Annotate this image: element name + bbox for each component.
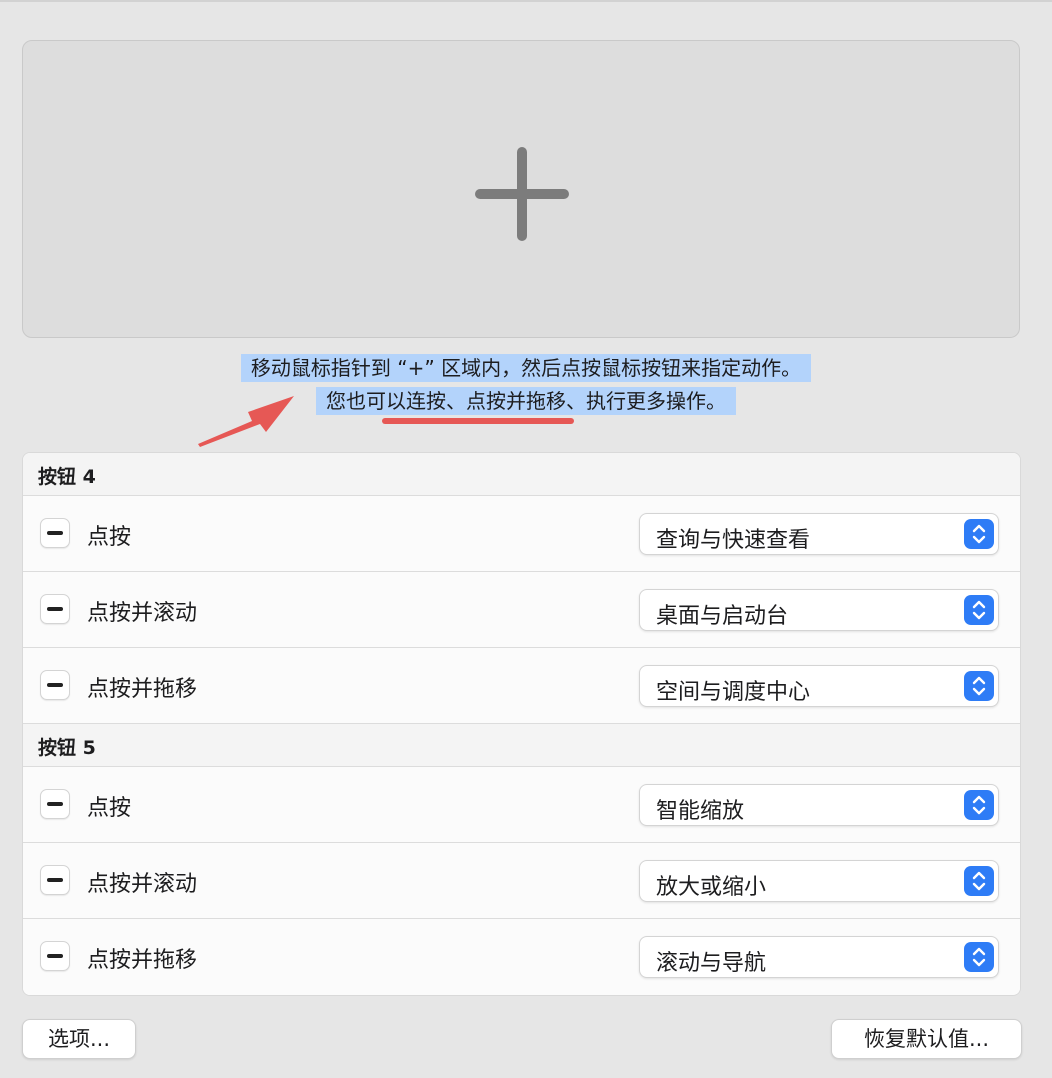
select-value: 放大或缩小 xyxy=(656,875,767,900)
table-row: 点按并拖移 滚动与导航 xyxy=(23,919,1020,995)
minus-icon xyxy=(47,531,63,535)
action-label: 点按并拖移 xyxy=(87,948,198,973)
table-row: 点按并滚动 放大或缩小 xyxy=(23,843,1020,919)
action-label: 点按 xyxy=(87,796,132,821)
section-label: 按钮 4 xyxy=(38,466,96,488)
window-top-edge xyxy=(0,0,1052,2)
instruction-line-2: 您也可以连按、点按并拖移、执行更多操作。 xyxy=(316,387,736,415)
button-actions-table: 按钮 4 点按 查询与快速查看 点按并滚动 桌面与启动台 点按并拖移 空间与调度… xyxy=(22,452,1021,996)
remove-action-button[interactable] xyxy=(40,941,70,971)
chevron-up-down-icon xyxy=(964,942,994,972)
table-row: 点按 查询与快速查看 xyxy=(23,496,1020,572)
select-value: 桌面与启动台 xyxy=(656,604,789,629)
restore-defaults-button[interactable]: 恢复默认值... xyxy=(831,1019,1022,1059)
chevron-up-down-icon xyxy=(964,519,994,549)
instructions-text: 移动鼠标指针到 “+” 区域内，然后点按鼠标按钮来指定动作。 您也可以连按、点按… xyxy=(0,352,1052,418)
chevron-up-down-icon xyxy=(964,671,994,701)
table-row: 点按并拖移 空间与调度中心 xyxy=(23,648,1020,724)
annotation-underline xyxy=(382,418,574,424)
options-button[interactable]: 选项... xyxy=(22,1019,136,1059)
action-select[interactable]: 查询与快速查看 xyxy=(639,513,999,555)
remove-action-button[interactable] xyxy=(40,865,70,895)
minus-icon xyxy=(47,878,63,882)
minus-icon xyxy=(47,607,63,611)
chevron-up-down-icon xyxy=(964,790,994,820)
chevron-up-down-icon xyxy=(964,595,994,625)
action-select[interactable]: 放大或缩小 xyxy=(639,860,999,902)
remove-action-button[interactable] xyxy=(40,670,70,700)
action-label: 点按并滚动 xyxy=(87,872,198,897)
plus-icon xyxy=(475,147,569,241)
section-header-button-5: 按钮 5 xyxy=(23,724,1020,767)
minus-icon xyxy=(47,802,63,806)
action-label: 点按并拖移 xyxy=(87,677,198,702)
chevron-up-down-icon xyxy=(964,866,994,896)
select-value: 智能缩放 xyxy=(656,799,745,824)
remove-action-button[interactable] xyxy=(40,789,70,819)
section-header-button-4: 按钮 4 xyxy=(23,453,1020,496)
annotation-arrow-icon xyxy=(198,396,294,447)
action-select[interactable]: 智能缩放 xyxy=(639,784,999,826)
table-row: 点按 智能缩放 xyxy=(23,767,1020,843)
action-select[interactable]: 空间与调度中心 xyxy=(639,665,999,707)
table-row: 点按并滚动 桌面与启动台 xyxy=(23,572,1020,648)
action-select[interactable]: 滚动与导航 xyxy=(639,936,999,978)
action-label: 点按并滚动 xyxy=(87,601,198,626)
action-select[interactable]: 桌面与启动台 xyxy=(639,589,999,631)
remove-action-button[interactable] xyxy=(40,594,70,624)
select-value: 滚动与导航 xyxy=(656,951,767,976)
minus-icon xyxy=(47,954,63,958)
section-label: 按钮 5 xyxy=(38,737,96,759)
mouse-button-drop-zone[interactable] xyxy=(22,40,1020,338)
remove-action-button[interactable] xyxy=(40,518,70,548)
select-value: 查询与快速查看 xyxy=(656,528,811,553)
instruction-line-1: 移动鼠标指针到 “+” 区域内，然后点按鼠标按钮来指定动作。 xyxy=(240,354,812,382)
minus-icon xyxy=(47,683,63,687)
action-label: 点按 xyxy=(87,525,132,550)
select-value: 空间与调度中心 xyxy=(656,680,811,705)
